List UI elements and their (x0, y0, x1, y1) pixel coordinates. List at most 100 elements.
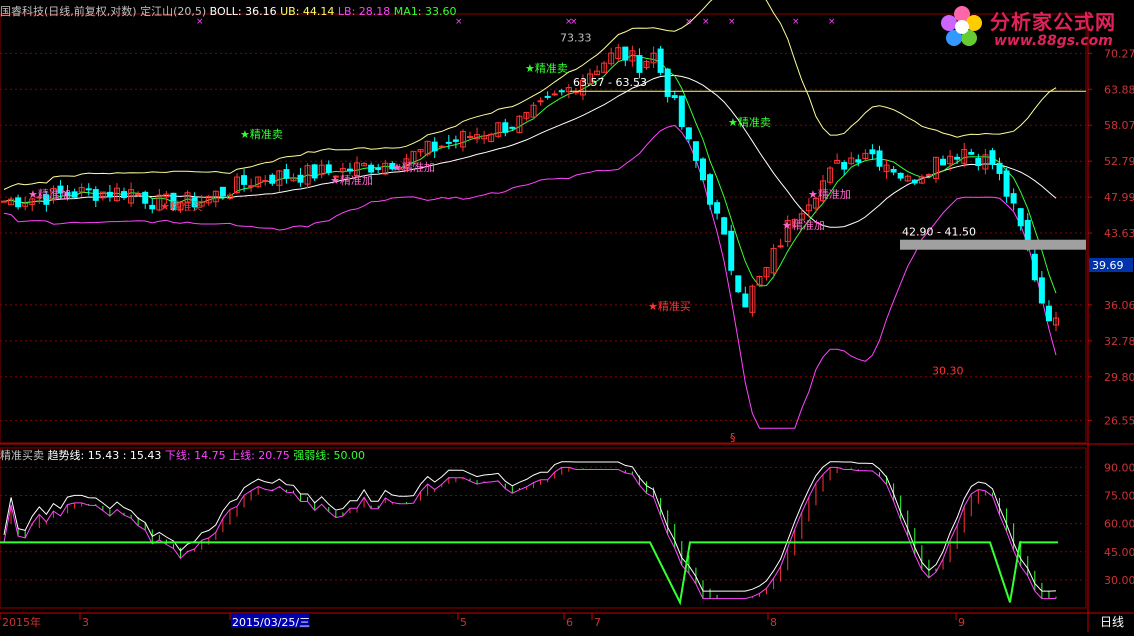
candle-body (876, 150, 883, 167)
candle-body (975, 158, 982, 167)
price-tick-label: 43.63 (1104, 227, 1134, 240)
flower-icon (941, 6, 982, 46)
price-tick-label: 47.99 (1104, 191, 1134, 204)
price-tick-label: 63.88 (1104, 83, 1134, 96)
candle-body (622, 46, 629, 61)
candle-body (241, 175, 248, 185)
price-tick-label: 26.55 (1104, 414, 1134, 427)
candle-body (721, 217, 728, 235)
signal-tag: ★精准买 (160, 200, 203, 213)
time-label: 5 (460, 616, 467, 629)
top-marker: × (702, 17, 710, 27)
price-tick-label: 32.78 (1104, 335, 1134, 348)
osc-tick-label: 90.00 (1104, 461, 1134, 474)
signal-tag: ★精准加 (808, 188, 851, 201)
candle-body (283, 169, 290, 179)
time-label: 3 (82, 616, 89, 629)
candle-body (106, 191, 113, 198)
candle-body (438, 145, 445, 148)
candle-body (897, 172, 904, 179)
signal-tag: ★精准卖 (240, 128, 283, 141)
time-label: 7 (594, 616, 601, 629)
candle-body (996, 162, 1003, 174)
top-marker: × (828, 17, 836, 27)
time-label: 8 (770, 616, 777, 629)
signal-tag: ★精准加 (392, 161, 435, 174)
candle-body (692, 141, 699, 161)
signal-tag: ★精准加 (28, 188, 71, 201)
candle-body (311, 164, 318, 179)
annotation-label: 73.33 (560, 31, 592, 44)
candle-body (544, 95, 551, 98)
candle-body (1017, 208, 1024, 227)
signal-tag: ★精准加 (330, 174, 373, 187)
candle-body (248, 185, 255, 188)
top-marker: × (792, 17, 800, 27)
candle-body (742, 293, 749, 308)
top-marker: × (728, 17, 736, 27)
candle-body (841, 162, 848, 170)
candle-body (537, 100, 544, 103)
trend-line (3, 461, 1057, 592)
candle-body (149, 204, 156, 210)
candle-body (452, 139, 459, 142)
candle-body (346, 168, 353, 172)
current-price-label: 39.69 (1092, 259, 1124, 272)
candle-body (671, 95, 678, 99)
signal-tag: ★精准加 (782, 219, 825, 232)
boll-label: BOLL: 36.16 (209, 5, 277, 18)
time-label: 9 (958, 616, 965, 629)
period-button[interactable]: 日线 (1100, 615, 1124, 629)
candle-body (551, 93, 558, 96)
time-label: 6 (566, 616, 573, 629)
candle-body (1010, 193, 1017, 204)
osc-tick-label: 75.00 (1104, 490, 1134, 503)
chart-stage[interactable]: 70.27 63.88 58.07 52.79 47.99 43.63 36.06 32.78… (0, 0, 1134, 632)
candle-body (135, 193, 142, 196)
site-logo[interactable]: 分析家公式网 www.88gs.com (934, 2, 1130, 52)
indicator-name: 定江山(20,5) (140, 5, 207, 18)
osc-tick-label: 30.00 (1104, 574, 1134, 587)
candle-body (890, 168, 897, 173)
candle-body (1003, 170, 1010, 197)
osc-tick-label: 60.00 (1104, 518, 1134, 531)
candle-body (855, 159, 862, 163)
price-tick-label: 29.80 (1104, 371, 1134, 384)
candle-body (325, 164, 332, 173)
level-band-low (900, 239, 1086, 250)
candle-body (219, 186, 226, 197)
candle-body (15, 197, 22, 208)
candle-body (707, 174, 714, 205)
lb-label: LB: 28.18 (337, 5, 391, 18)
osc-indicator-name: 精准买卖 (0, 449, 44, 462)
candle-body (777, 245, 784, 248)
price-tick-label: 52.79 (1104, 155, 1134, 168)
price-tick-label: 36.06 (1104, 299, 1134, 312)
candle-body (678, 95, 685, 128)
time-label: 2015年 (2, 615, 41, 629)
ub-label: UB: 44.14 (280, 5, 335, 18)
annotation-label: 42.90 - 41.50 (902, 226, 976, 239)
candle-body (989, 150, 996, 165)
annotation-label: § (730, 431, 736, 444)
stock-chart[interactable]: 70.2763.8858.0752.7947.9943.6336.0632.78… (0, 0, 1134, 632)
upper-label: 上线: 20.75 (229, 449, 290, 462)
candle-body (85, 188, 92, 191)
candle-body (375, 167, 382, 170)
candle-body (728, 230, 735, 271)
main-header: 国睿科技(日线,前复权,对数) 定江山(20,5) BOLL: 36.16 UB… (0, 3, 457, 19)
candle-body (940, 158, 947, 166)
candle-body (636, 55, 643, 73)
candle-body (269, 174, 276, 184)
candle-body (968, 151, 975, 155)
osc-tick-label: 45.00 (1104, 546, 1134, 559)
logo-url: www.88gs.com (994, 33, 1113, 49)
candle-body (509, 126, 516, 129)
candle-body (869, 149, 876, 155)
candle-body (92, 189, 99, 201)
candle-body (558, 90, 565, 93)
candle-body (572, 91, 579, 94)
top-marker: × (570, 17, 578, 27)
candle-body (431, 141, 438, 152)
candle-body (368, 164, 375, 173)
